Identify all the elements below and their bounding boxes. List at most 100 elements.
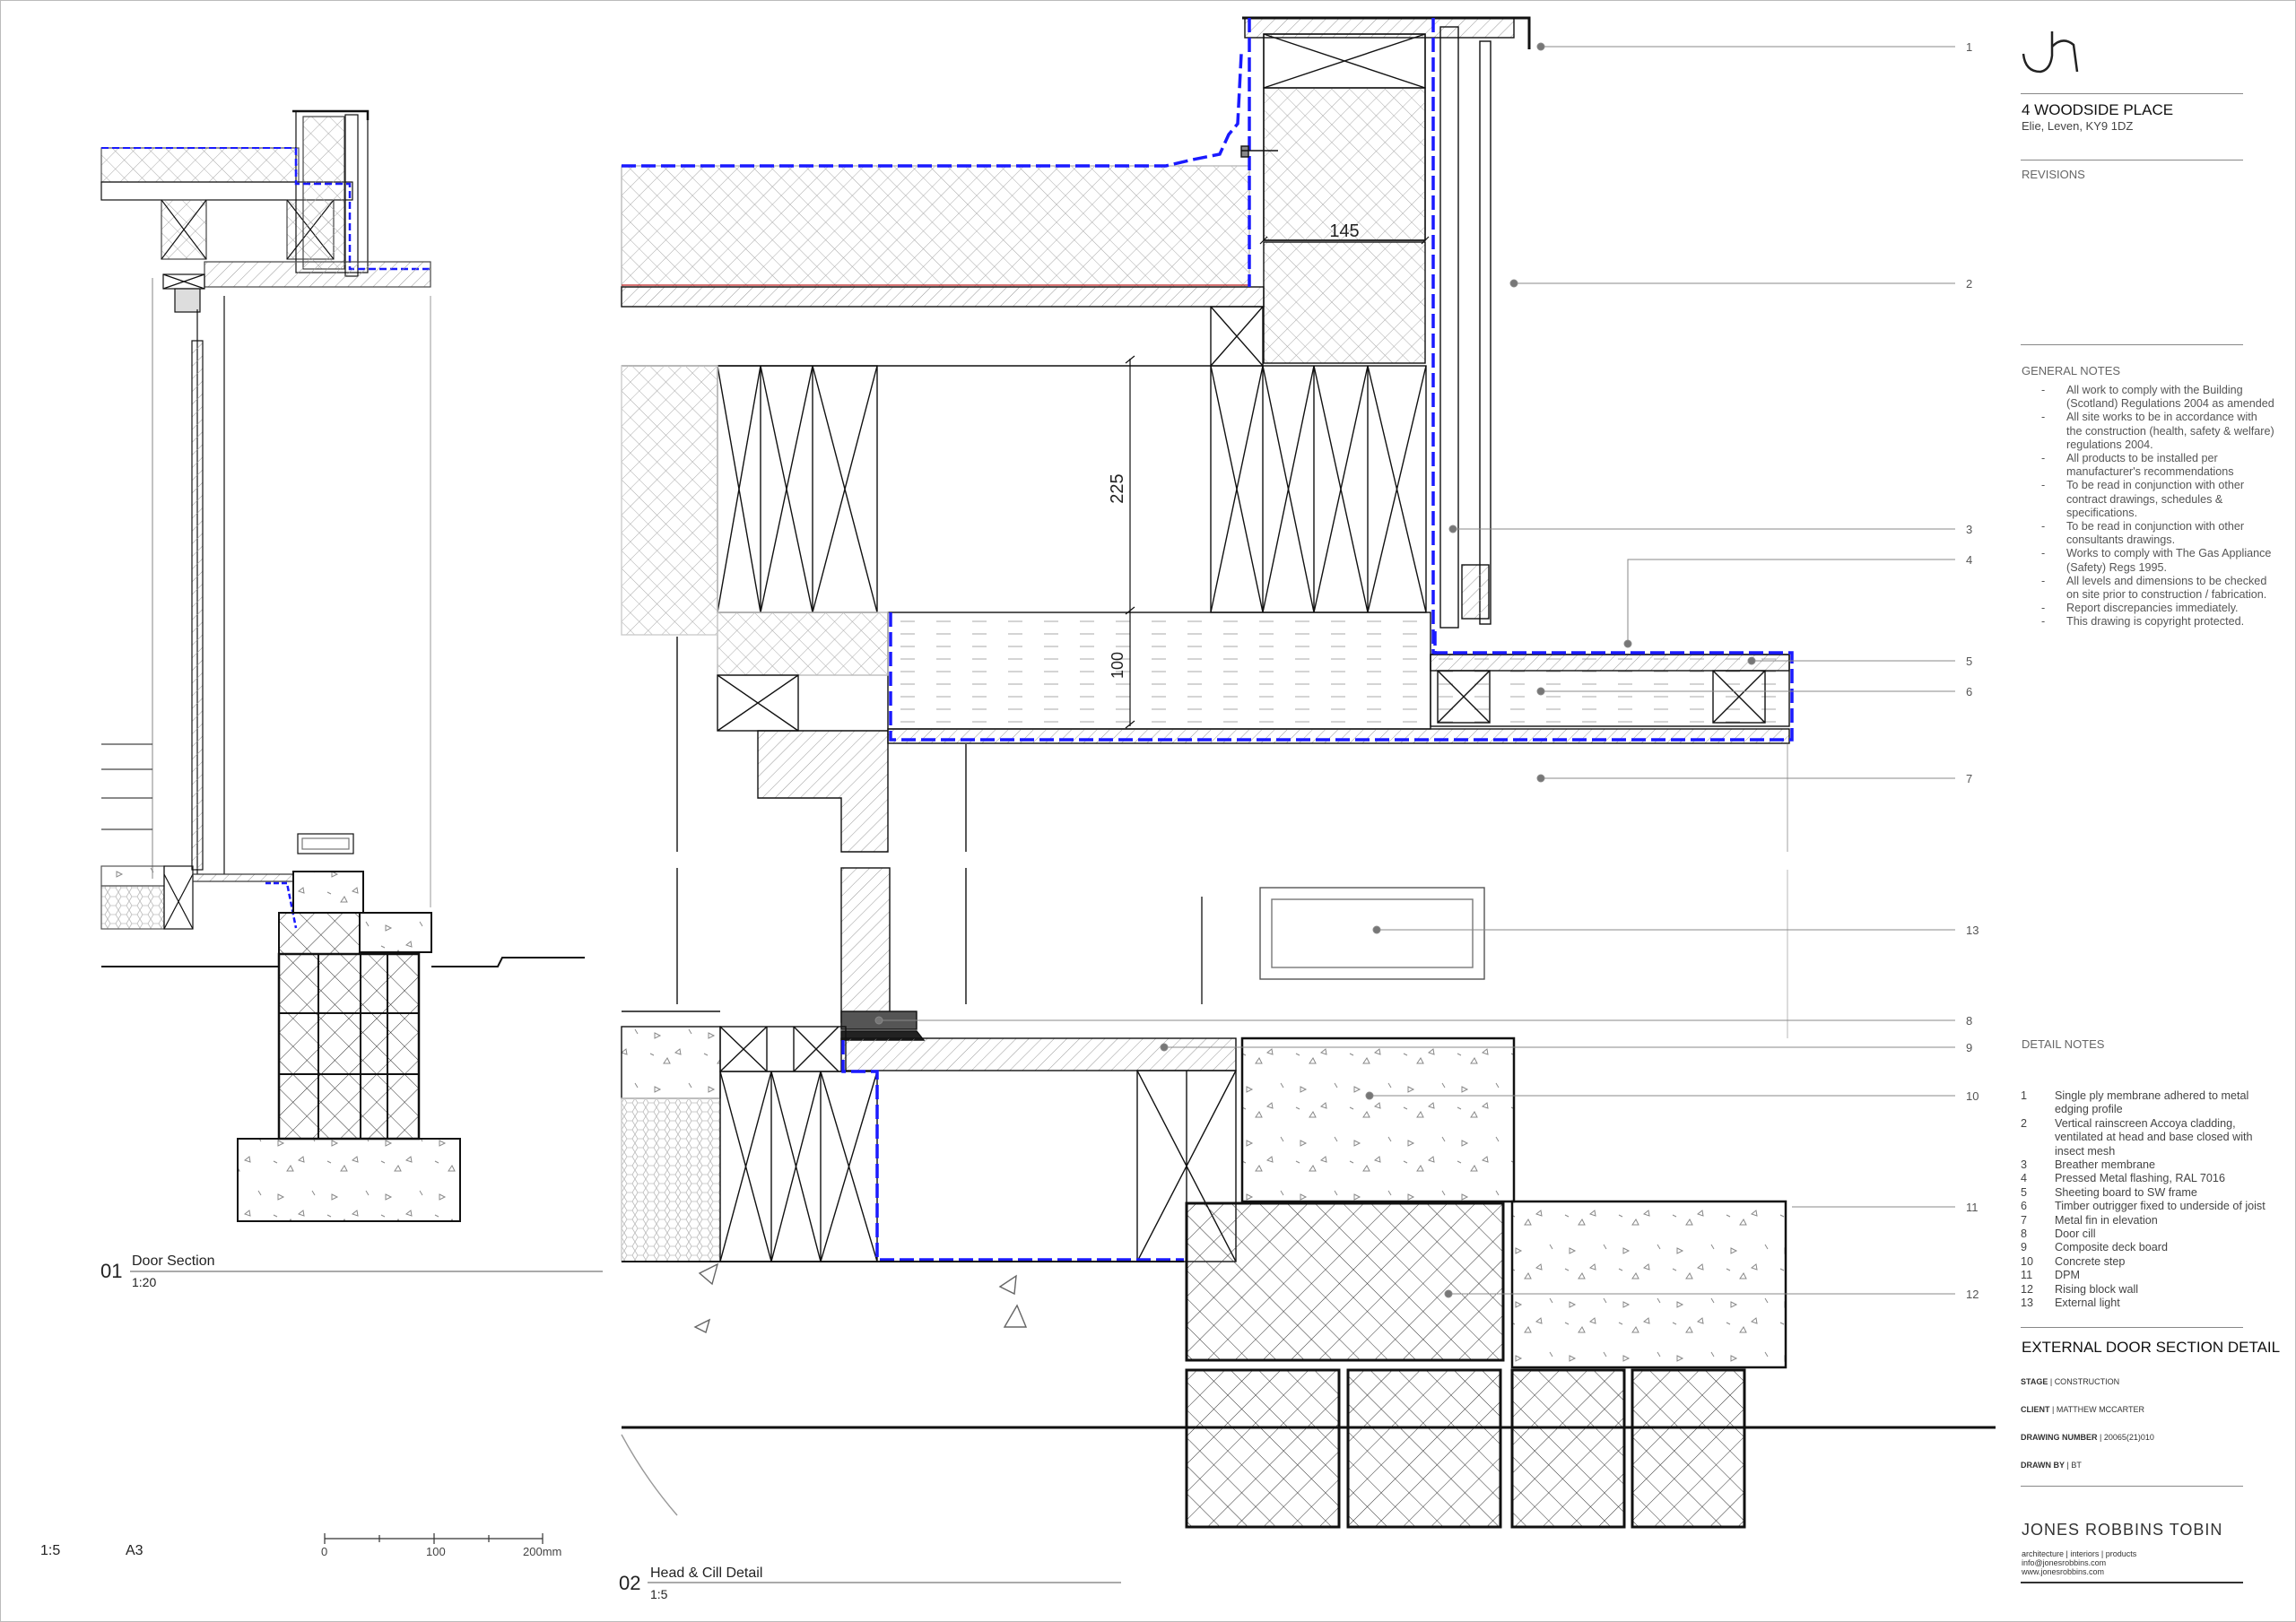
detail-note-text: Door cill: [2055, 1227, 2096, 1241]
detail-note-text: Metal fin in elevation: [2055, 1213, 2158, 1227]
view-01-title: Door Section: [132, 1253, 215, 1269]
detail-note-num: 12: [2021, 1282, 2034, 1296]
drawing-title: EXTERNAL DOOR SECTION DETAIL: [2022, 1339, 2281, 1356]
stage-row: STAGE | CONSTRUCTION: [2021, 1377, 2120, 1386]
detail-note-text: External light: [2055, 1297, 2120, 1310]
view-02-scale: 1:5: [650, 1587, 668, 1601]
general-note: All site works to be in accordance with …: [2032, 411, 2274, 452]
drawn-by-value: BT: [2071, 1461, 2082, 1470]
client-label: CLIENT: [2021, 1405, 2050, 1414]
callout-6: 6: [1966, 685, 1972, 698]
detail-note: 2 Vertical rainscreen Accoya cladding, ve…: [2021, 1117, 2281, 1158]
callout-9: 9: [1966, 1041, 1972, 1054]
general-note: This drawing is copyright protected.: [2032, 615, 2274, 629]
project-location: Elie, Leven, KY9 1DZ: [2022, 119, 2134, 133]
scale-label-0: 0: [321, 1545, 328, 1558]
detail-note-text: Rising block wall: [2055, 1282, 2139, 1296]
callout-12: 12: [1966, 1288, 1979, 1301]
callout-2: 2: [1966, 277, 1972, 291]
general-note: All products to be installed per manufac…: [2032, 452, 2274, 479]
dim-lintel-depth: 225: [1108, 473, 1127, 503]
view-01-scale: 1:20: [132, 1275, 157, 1289]
detail-note: 10 Concrete step: [2021, 1255, 2281, 1269]
stage-value: CONSTRUCTION: [2054, 1377, 2120, 1386]
jrt-logo-icon: [2022, 31, 2079, 74]
detail-note: 6 Timber outrigger fixed to underside of …: [2021, 1200, 2281, 1213]
callout-numbers: 1 2 3 4 5 6 7 13 8 9 10 11 12: [1966, 40, 1979, 1301]
detail-note-num: 4: [2021, 1172, 2028, 1185]
scale-label-100: 100: [426, 1545, 446, 1558]
scale-label-200: 200mm: [523, 1545, 562, 1558]
detail-note: 5 Sheeting board to SW frame: [2021, 1186, 2281, 1200]
detail-note-text: Timber outrigger fixed to underside of j…: [2055, 1200, 2266, 1213]
view-01-number: 01: [100, 1260, 123, 1282]
callout-5: 5: [1966, 655, 1972, 668]
drawing-number-label: DRAWING NUMBER: [2021, 1433, 2098, 1442]
firm-email: info@jonesrobbins.com: [2022, 1558, 2107, 1567]
callout-3: 3: [1966, 523, 1972, 536]
title-rule-6: [2021, 1582, 2243, 1583]
detail-note: 3 Breather membrane: [2021, 1158, 2281, 1172]
detail-note-num: 2: [2021, 1116, 2028, 1130]
detail-note-num: 6: [2021, 1200, 2028, 1213]
title-rule-1: [2021, 93, 2243, 94]
detail-note-num: 8: [2021, 1227, 2028, 1241]
project-address: 4 WOODSIDE PLACE: [2022, 101, 2174, 118]
drawing-number-row: DRAWING NUMBER | 20065(21)010: [2021, 1433, 2154, 1442]
detail-note: 11 DPM: [2021, 1269, 2281, 1282]
detail-note-num: 9: [2021, 1241, 2028, 1254]
revisions-label: REVISIONS: [2022, 168, 2085, 181]
dim-head-insulation: 145: [1329, 221, 1359, 241]
detail-note: 7 Metal fin in elevation: [2021, 1214, 2281, 1227]
callout-1: 1: [1966, 40, 1972, 54]
callout-13: 13: [1966, 924, 1979, 937]
detail-note: 13 External light: [2021, 1297, 2281, 1310]
sheet-paper: A3: [126, 1543, 144, 1558]
general-note: All work to comply with the Building (Sc…: [2032, 384, 2274, 411]
detail-note-text: Composite deck board: [2055, 1241, 2169, 1254]
general-note: Works to comply with The Gas Appliance (…: [2032, 547, 2274, 574]
view-02-number: 02: [619, 1572, 641, 1594]
detail-note: 1 Single ply membrane adhered to metal ed…: [2021, 1089, 2281, 1117]
scale-bar: [324, 1533, 544, 1544]
detail-note: 12 Rising block wall: [2021, 1283, 2281, 1297]
client-row: CLIENT | MATTHEW MCCARTER: [2021, 1405, 2145, 1414]
stage-label: STAGE: [2021, 1377, 2048, 1386]
drawn-by-label: DRAWN BY: [2021, 1461, 2065, 1470]
detail-note: 4 Pressed Metal flashing, RAL 7016: [2021, 1172, 2281, 1185]
detail-notes-list: 1 Single ply membrane adhered to metal ed…: [2021, 1089, 2281, 1311]
title-rule-3: [2021, 344, 2243, 345]
callout-7: 7: [1966, 772, 1972, 785]
general-notes-heading: GENERAL NOTES: [2022, 364, 2121, 377]
detail-note: 8 Door cill: [2021, 1227, 2281, 1241]
detail-note-text: Pressed Metal flashing, RAL 7016: [2055, 1172, 2225, 1185]
firm-web: www.jonesrobbins.com: [2022, 1567, 2105, 1576]
title-rule-4: [2021, 1327, 2243, 1328]
callout-11: 11: [1966, 1201, 1979, 1214]
callout-10: 10: [1966, 1089, 1979, 1103]
general-note: All levels and dimensions to be checked …: [2032, 575, 2274, 602]
detail-note-num: 13: [2021, 1297, 2034, 1310]
callout-8: 8: [1966, 1014, 1972, 1028]
general-note: Report discrepancies immediately.: [2032, 602, 2274, 615]
callout-4: 4: [1966, 553, 1972, 567]
head-cill-detail-drawing: [621, 16, 1996, 1529]
general-notes-list: All work to comply with the Building (Sc…: [2032, 384, 2274, 629]
sheet-scale: 1:5: [40, 1543, 61, 1558]
detail-note-num: 11: [2021, 1269, 2033, 1282]
detail-note-text: Breather membrane: [2055, 1158, 2155, 1172]
door-section-drawing: [100, 109, 585, 1222]
firm-name: JONES ROBBINS TOBIN: [2022, 1521, 2223, 1539]
client-value: MATTHEW MCCARTER: [2056, 1405, 2145, 1414]
detail-note-num: 1: [2021, 1089, 2028, 1102]
dim-head-board: 100: [1109, 652, 1126, 679]
detail-notes-heading: DETAIL NOTES: [2022, 1037, 2105, 1051]
title-rule-5: [2021, 1486, 2243, 1487]
view-02-title: Head & Cill Detail: [650, 1566, 763, 1581]
detail-note-num: 3: [2021, 1158, 2028, 1172]
detail-note-text: Single ply membrane adhered to metal edg…: [2055, 1089, 2249, 1116]
general-note: To be read in conjunction with other con…: [2032, 479, 2274, 520]
detail-note-text: DPM: [2055, 1269, 2080, 1282]
detail-note-num: 7: [2021, 1213, 2028, 1227]
detail-note-text: Concrete step: [2055, 1254, 2126, 1268]
